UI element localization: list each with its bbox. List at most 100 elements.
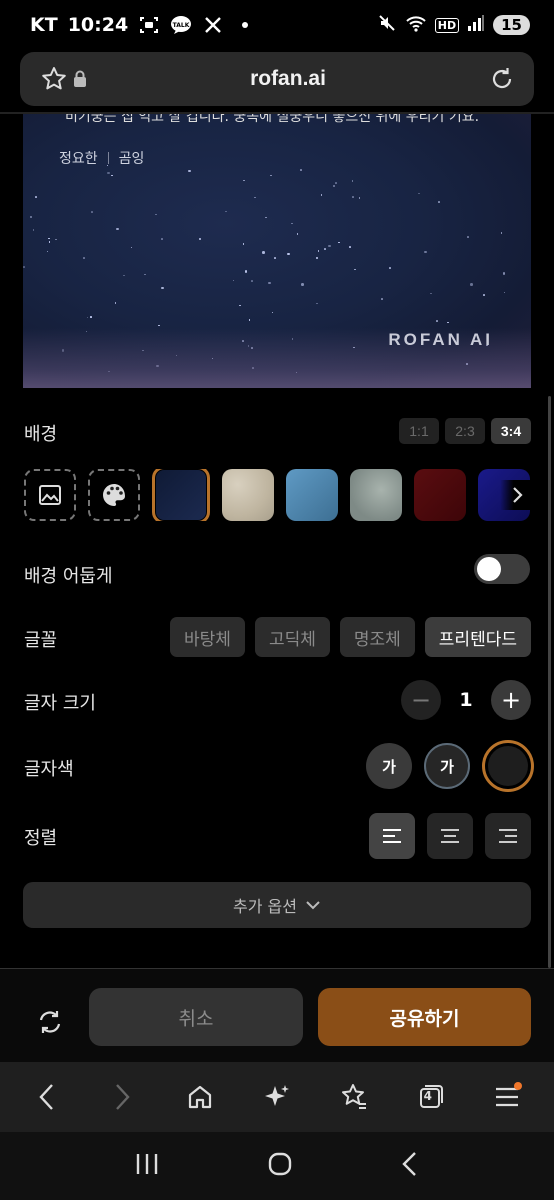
sparkle-icon	[264, 1085, 289, 1106]
star	[296, 233, 299, 235]
font-size-stepper: − 1 +	[401, 680, 531, 720]
star	[438, 201, 440, 203]
upload-image-button[interactable]	[24, 469, 76, 521]
solid-color-button[interactable]	[88, 469, 140, 521]
more-options-button[interactable]: 추가 옵션	[23, 882, 531, 928]
star	[447, 321, 449, 324]
star	[114, 302, 117, 304]
star	[324, 248, 326, 250]
star	[23, 266, 25, 268]
align-left-icon	[383, 829, 401, 843]
ai-sparkle-button[interactable]	[252, 1072, 302, 1122]
chevron-right-icon	[116, 1084, 130, 1110]
star	[158, 324, 160, 327]
align-right-button[interactable]	[485, 813, 531, 859]
dot-icon	[234, 14, 256, 36]
swatch-next-button[interactable]	[500, 480, 534, 510]
preview-quote-text: 비기궁는 집 억고 살 겁니다. 궁녹에 실궁우니 좋으신 위에 우리기 기요.	[65, 114, 480, 125]
image-icon	[39, 485, 61, 505]
back-button[interactable]	[21, 1072, 71, 1122]
star	[500, 232, 503, 234]
star	[335, 182, 337, 184]
recent-apps-button[interactable]	[134, 1152, 160, 1180]
chevron-down-icon	[306, 901, 320, 910]
font-size-value: 1	[459, 689, 473, 711]
star	[155, 213, 157, 216]
dim-background-toggle[interactable]	[474, 554, 530, 584]
star	[116, 227, 119, 231]
star	[338, 241, 340, 244]
ratio-2-3-button[interactable]: 2:3	[445, 418, 485, 444]
preview-tags: 정요한 곰잉	[59, 148, 144, 168]
text-color-outlined-chip[interactable]: 가	[424, 743, 470, 789]
preview-brand-watermark: ROFAN AI	[388, 330, 493, 349]
alignment-group	[369, 813, 531, 859]
align-left-button[interactable]	[369, 813, 415, 859]
star	[161, 286, 164, 290]
star	[86, 316, 89, 319]
tag-separator	[107, 152, 109, 164]
mute-icon	[377, 13, 397, 38]
font-size-increase-button[interactable]: +	[491, 680, 531, 720]
star	[144, 273, 146, 276]
notification-dot	[514, 1082, 523, 1090]
star	[262, 251, 265, 254]
system-home-button[interactable]	[267, 1151, 293, 1181]
star	[244, 270, 248, 273]
star	[83, 257, 85, 259]
font-size-decrease-button[interactable]: −	[401, 680, 441, 720]
swatch-blue-sky[interactable]	[286, 469, 338, 521]
cancel-button[interactable]: 취소	[89, 988, 303, 1046]
tabs-button[interactable]: 4	[406, 1072, 456, 1122]
ratio-1-1-button[interactable]: 1:1	[399, 418, 439, 444]
text-color-label: 글자색	[24, 759, 74, 780]
star	[188, 169, 191, 173]
star	[271, 311, 274, 314]
back-chevron-icon	[402, 1152, 417, 1176]
star	[418, 192, 420, 195]
font-gothic-button[interactable]: 고딕체	[254, 617, 330, 657]
forward-button[interactable]	[98, 1072, 148, 1122]
star	[243, 179, 245, 182]
font-myeongjo-button[interactable]: 명조체	[339, 617, 415, 657]
home-button[interactable]	[175, 1072, 225, 1122]
star	[29, 215, 33, 219]
dim-background-label: 배경 어둡게	[24, 566, 113, 587]
share-button[interactable]: 공유하기	[318, 988, 531, 1046]
font-pretendard-button[interactable]: 프리텐다드	[424, 617, 531, 657]
bookmarks-button[interactable]	[329, 1072, 379, 1122]
swatch-dark-red[interactable]	[414, 469, 466, 521]
ratio-3-4-button[interactable]: 3:4	[491, 418, 531, 444]
chevron-right-icon	[513, 487, 523, 503]
font-batang-button[interactable]: 바탕체	[170, 617, 245, 657]
star	[354, 268, 356, 271]
font-label: 글꼴	[24, 630, 58, 651]
url-bar[interactable]: rofan.ai	[20, 52, 534, 106]
star	[315, 256, 319, 260]
star	[389, 267, 391, 269]
star	[503, 291, 506, 294]
menu-button[interactable]	[482, 1072, 532, 1122]
refresh-icon	[39, 1011, 61, 1033]
bookmark-star-icon[interactable]	[38, 63, 70, 95]
star	[46, 250, 49, 253]
reload-icon[interactable]	[486, 63, 518, 95]
swatch-grey-texture[interactable]	[350, 469, 402, 521]
url-text[interactable]: rofan.ai	[90, 67, 486, 91]
tab-count: 4	[423, 1089, 432, 1103]
align-center-button[interactable]	[427, 813, 473, 859]
scrollbar[interactable]	[548, 396, 551, 968]
swatch-paper[interactable]	[222, 469, 274, 521]
star	[328, 244, 331, 248]
text-color-custom-chip[interactable]	[482, 740, 534, 792]
swatch-night-sky[interactable]	[152, 469, 210, 521]
preview-tag-character: 정요한	[59, 151, 98, 167]
star	[130, 246, 133, 249]
star	[483, 294, 485, 296]
text-color-white-chip[interactable]: 가	[366, 743, 412, 789]
reset-button[interactable]	[30, 1002, 70, 1042]
system-back-button[interactable]	[400, 1151, 420, 1181]
palette-icon	[103, 484, 125, 506]
hd-badge: HD	[434, 17, 460, 33]
recent-apps-icon	[136, 1154, 157, 1174]
